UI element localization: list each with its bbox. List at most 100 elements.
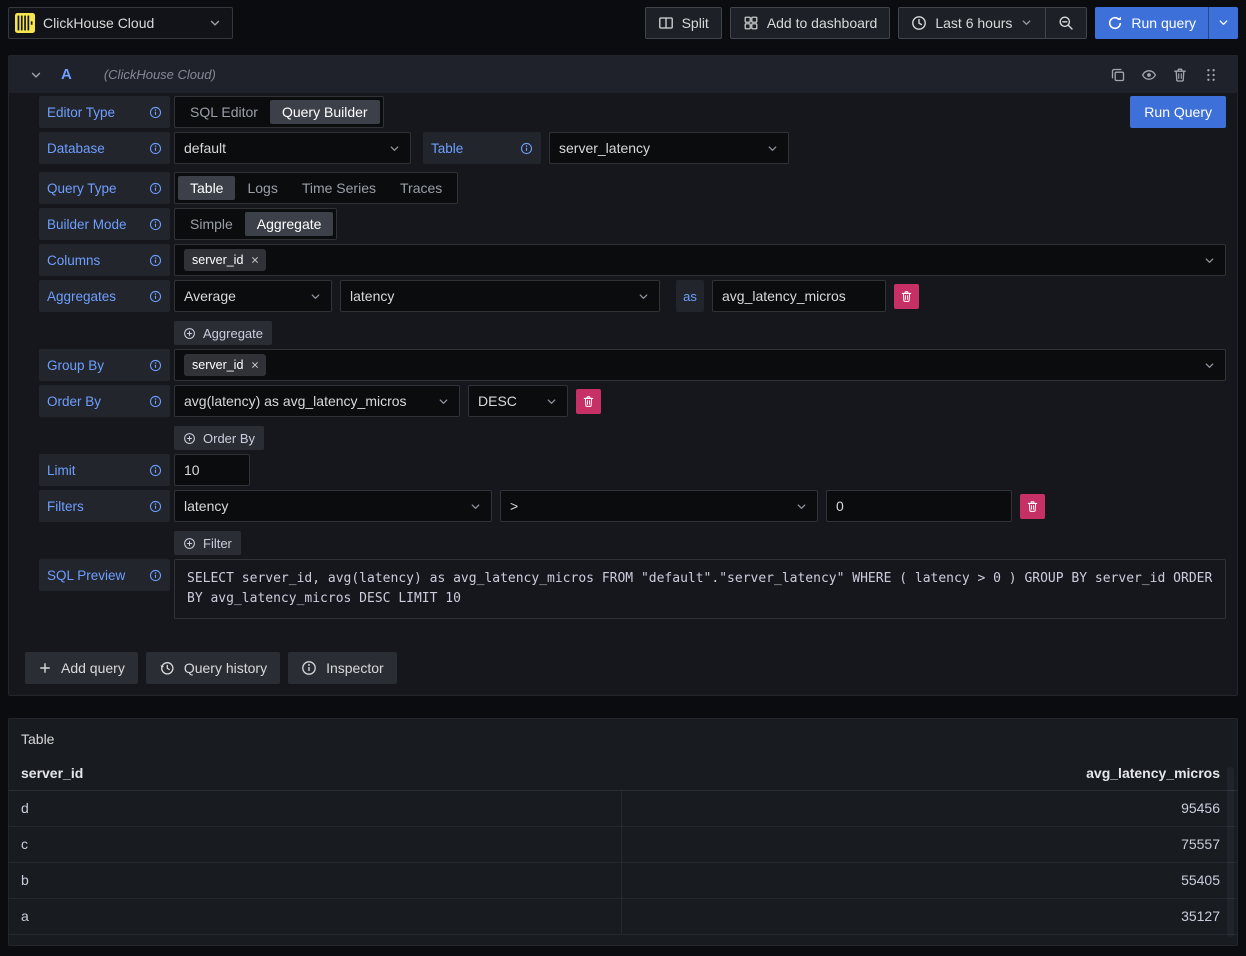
chevron-down-icon <box>1020 16 1033 29</box>
query-type-radio-group: Table Logs Time Series Traces <box>174 172 458 204</box>
limit-input[interactable] <box>174 454 250 486</box>
split-icon <box>658 15 674 31</box>
split-label: Split <box>682 15 709 31</box>
sql-preview-label: SQL Preview <box>39 559 170 591</box>
drag-query-handle[interactable] <box>1203 67 1219 83</box>
columns-multiselect[interactable]: server_id <box>174 244 1226 276</box>
limit-label: Limit <box>39 454 170 486</box>
chevron-down-icon <box>469 500 482 513</box>
filter-operator-select[interactable]: > <box>500 490 818 522</box>
chevron-down-icon <box>208 16 222 30</box>
info-circle-icon <box>520 142 533 155</box>
sql-preview-text: SELECT server_id, avg(latency) as avg_la… <box>174 559 1226 619</box>
chevron-down-icon <box>437 395 450 408</box>
query-type-option-table[interactable]: Table <box>178 176 235 200</box>
query-history-button[interactable]: Query history <box>146 652 280 684</box>
zoom-out-time-button[interactable] <box>1045 8 1086 38</box>
info-circle-icon <box>301 660 317 676</box>
table-scrollbar[interactable] <box>1227 767 1234 937</box>
chevron-down-icon <box>637 290 650 303</box>
apps-grid-icon <box>743 15 759 31</box>
trash-icon <box>1172 67 1188 83</box>
info-circle-icon <box>149 142 162 155</box>
add-to-dashboard-button[interactable]: Add to dashboard <box>730 7 891 39</box>
query-actions-footer: Add query Query history Inspector <box>9 623 1237 695</box>
editor-type-label: Editor Type <box>39 96 170 128</box>
builder-mode-radio-group: Simple Aggregate <box>174 208 337 240</box>
add-filter-button[interactable]: Filter <box>174 531 241 555</box>
query-type-option-traces[interactable]: Traces <box>388 176 454 200</box>
info-circle-icon <box>149 254 162 267</box>
cell-server-id: c <box>9 836 609 852</box>
info-circle-icon <box>149 290 162 303</box>
editor-type-option-query-builder[interactable]: Query Builder <box>270 100 380 124</box>
add-query-button[interactable]: Add query <box>25 652 138 684</box>
order-by-field-select[interactable]: avg(latency) as avg_latency_micros <box>174 385 460 417</box>
run-query-button[interactable]: Run query <box>1095 7 1208 39</box>
info-circle-icon <box>149 106 162 119</box>
column-header-server-id[interactable]: server_id <box>21 765 621 781</box>
aggregate-column-select[interactable]: latency <box>340 280 660 312</box>
group-by-label: Group By <box>39 349 170 381</box>
run-query-inline-button[interactable]: Run Query <box>1130 96 1226 128</box>
chevron-down-icon <box>309 290 322 303</box>
remove-tag-icon[interactable] <box>250 255 260 265</box>
database-select[interactable]: default <box>174 132 411 164</box>
disable-query-button[interactable] <box>1141 67 1157 83</box>
panel-title: Table <box>9 727 1237 759</box>
remove-order-by-button[interactable] <box>576 389 601 414</box>
column-header-avg-latency-micros[interactable]: avg_latency_micros <box>621 765 1220 781</box>
split-button[interactable]: Split <box>645 7 722 39</box>
run-query-interval-caret[interactable] <box>1208 7 1238 39</box>
sync-icon <box>1107 15 1123 31</box>
query-type-option-logs[interactable]: Logs <box>235 176 289 200</box>
aggregate-function-select[interactable]: Average <box>174 280 332 312</box>
chevron-down-icon <box>1203 359 1216 372</box>
chevron-down-icon <box>766 142 779 155</box>
filter-field-select[interactable]: latency <box>174 490 492 522</box>
chevron-down-icon <box>1203 254 1216 267</box>
query-row-header: A (ClickHouse Cloud) <box>9 56 1237 93</box>
collapse-query-button[interactable] <box>29 68 43 82</box>
table-row: a 35127 <box>9 899 1237 935</box>
table-select[interactable]: server_latency <box>549 132 789 164</box>
time-range-label: Last 6 hours <box>935 15 1012 31</box>
chevron-down-icon <box>1217 16 1230 29</box>
filter-value-input[interactable] <box>826 490 1012 522</box>
table-label: Table <box>423 132 541 164</box>
datasource-picker[interactable]: ClickHouse Cloud <box>8 7 233 39</box>
info-circle-icon <box>149 359 162 372</box>
builder-mode-option-aggregate[interactable]: Aggregate <box>245 212 334 236</box>
cell-avg-latency: 55405 <box>609 872 1237 888</box>
duplicate-query-button[interactable] <box>1110 67 1126 83</box>
time-range-picker[interactable]: Last 6 hours <box>899 8 1045 38</box>
inspector-button[interactable]: Inspector <box>288 652 397 684</box>
editor-type-option-sql-editor[interactable]: SQL Editor <box>178 100 270 124</box>
group-by-multiselect[interactable]: server_id <box>174 349 1226 381</box>
datasource-name: ClickHouse Cloud <box>43 15 200 31</box>
grip-dots-icon <box>1203 67 1219 83</box>
remove-filter-button[interactable] <box>1020 494 1045 519</box>
columns-label: Columns <box>39 244 170 276</box>
remove-tag-icon[interactable] <box>250 360 260 370</box>
builder-mode-option-simple[interactable]: Simple <box>178 212 245 236</box>
run-query-label: Run query <box>1131 15 1196 31</box>
order-by-label: Order By <box>39 385 170 417</box>
info-circle-icon <box>149 218 162 231</box>
order-by-direction-select[interactable]: DESC <box>468 385 568 417</box>
query-ref-id[interactable]: A <box>61 66 72 83</box>
add-aggregate-button[interactable]: Aggregate <box>174 321 272 345</box>
filters-label: Filters <box>39 490 170 522</box>
trash-icon <box>582 395 595 408</box>
aggregate-alias-input[interactable] <box>712 280 886 312</box>
remove-aggregate-button[interactable] <box>894 284 919 309</box>
add-order-by-button[interactable]: Order By <box>174 426 264 450</box>
plus-circle-icon <box>183 432 196 445</box>
table-row: c 75557 <box>9 827 1237 863</box>
query-datasource-hint: (ClickHouse Cloud) <box>104 67 216 82</box>
cell-avg-latency: 35127 <box>609 908 1237 924</box>
remove-query-button[interactable] <box>1172 67 1188 83</box>
trash-icon <box>1026 500 1039 513</box>
query-type-option-time-series[interactable]: Time Series <box>290 176 388 200</box>
info-circle-icon <box>149 464 162 477</box>
